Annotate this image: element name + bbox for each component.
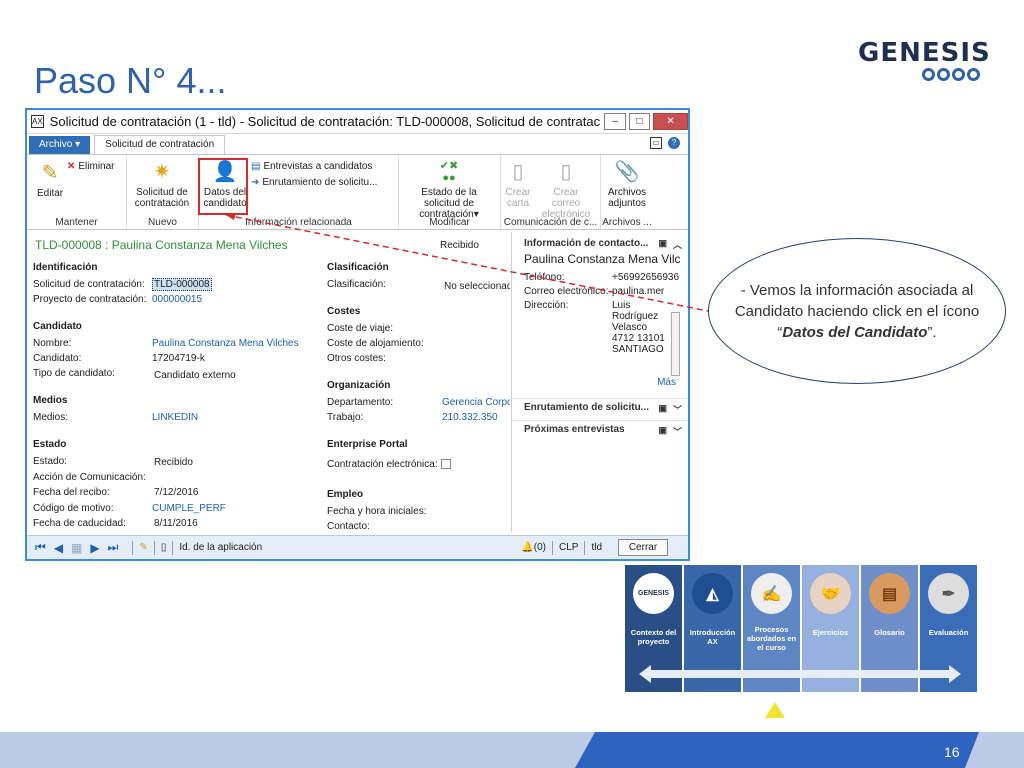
course-navigation-panel: GENESIS Contexto del proyecto ◭ Introduc… — [625, 565, 977, 692]
current-section-pointer-icon — [765, 702, 785, 718]
paper-hands-icon: ✍ — [751, 573, 792, 614]
book-icon: ▤ — [869, 573, 910, 614]
callout-bubble: - Vemos la información asociada al Candi… — [708, 238, 1006, 384]
pen-writing-icon: ✒ — [928, 573, 969, 614]
double-arrow-icon — [639, 665, 961, 683]
dynamics-logo-icon: ◭ — [692, 573, 733, 614]
page-number: 16 — [944, 744, 960, 760]
handshake-icon: 🤝 — [810, 573, 851, 614]
genesis-thumb-icon: GENESIS — [633, 573, 674, 614]
